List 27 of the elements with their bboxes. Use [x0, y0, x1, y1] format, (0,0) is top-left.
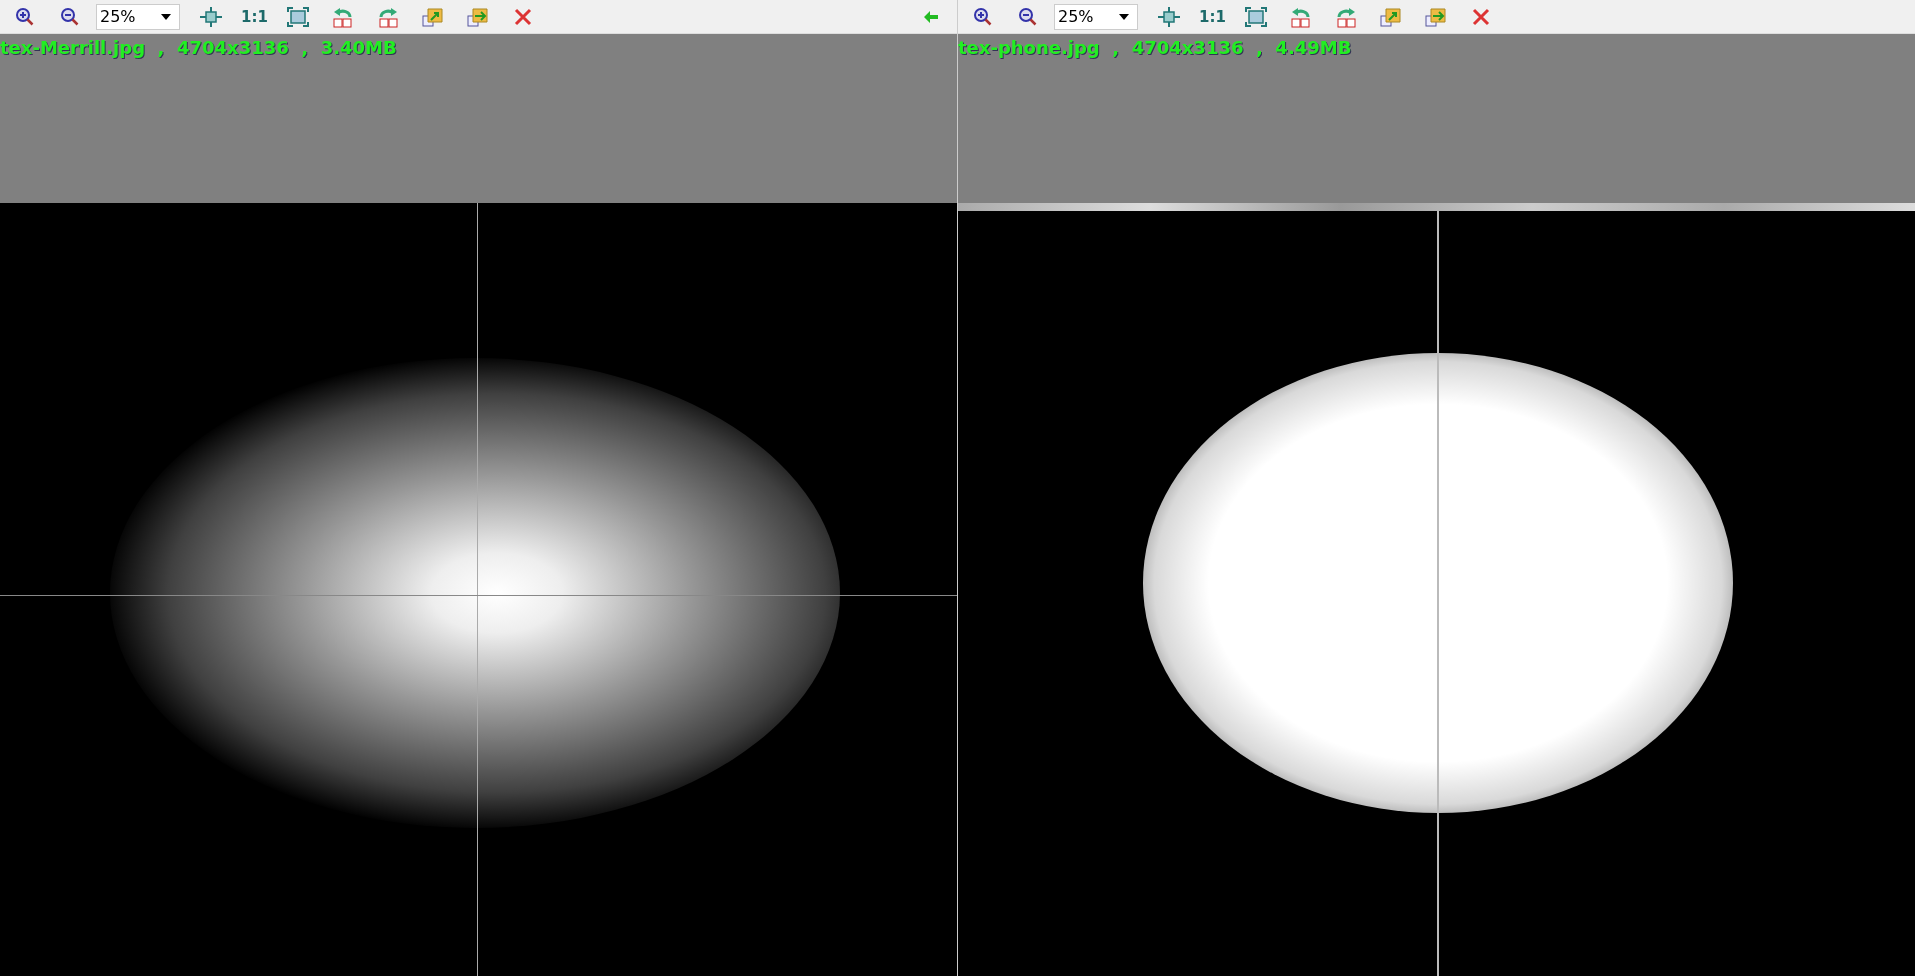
folder-arrow-icon — [421, 5, 444, 28]
rotate-left-icon — [331, 5, 354, 28]
left-arrow-icon — [923, 9, 939, 24]
folder-arrow-icon — [1379, 5, 1402, 28]
zoom-in-icon — [15, 6, 35, 27]
dropdown-caret-icon — [161, 13, 171, 20]
zoom-dropdown[interactable]: 25% — [96, 3, 180, 30]
rotate-right-icon — [376, 5, 399, 28]
dropdown-caret-icon — [1119, 13, 1129, 20]
close-icon — [513, 7, 532, 26]
fullscreen-frame-icon — [286, 6, 309, 27]
zoom-out-icon — [60, 6, 80, 27]
image-info: tex-phone.jpg , 4704x3136 , 4.49MB — [958, 36, 1353, 60]
actual-size-button[interactable]: 1:1 — [237, 2, 272, 31]
zoom-dropdown[interactable]: 25% — [1054, 3, 1138, 30]
fit-arrows-icon — [200, 6, 222, 27]
folder-arrow-icon — [466, 5, 489, 28]
actual-size-button[interactable]: 1:1 — [1195, 2, 1230, 31]
close-icon — [1471, 7, 1490, 26]
zoom-in-icon — [973, 6, 993, 27]
zoom-out-icon — [1018, 6, 1038, 27]
fullscreen-frame-icon — [1244, 6, 1267, 27]
image-info: tex-Merrill.jpg , 4704x3136 , 3.40MB — [0, 36, 398, 60]
rotate-left-icon — [1289, 5, 1312, 28]
rotate-right-icon — [1334, 5, 1357, 28]
fit-arrows-icon — [1158, 6, 1180, 27]
folder-arrow-icon — [1424, 5, 1447, 28]
